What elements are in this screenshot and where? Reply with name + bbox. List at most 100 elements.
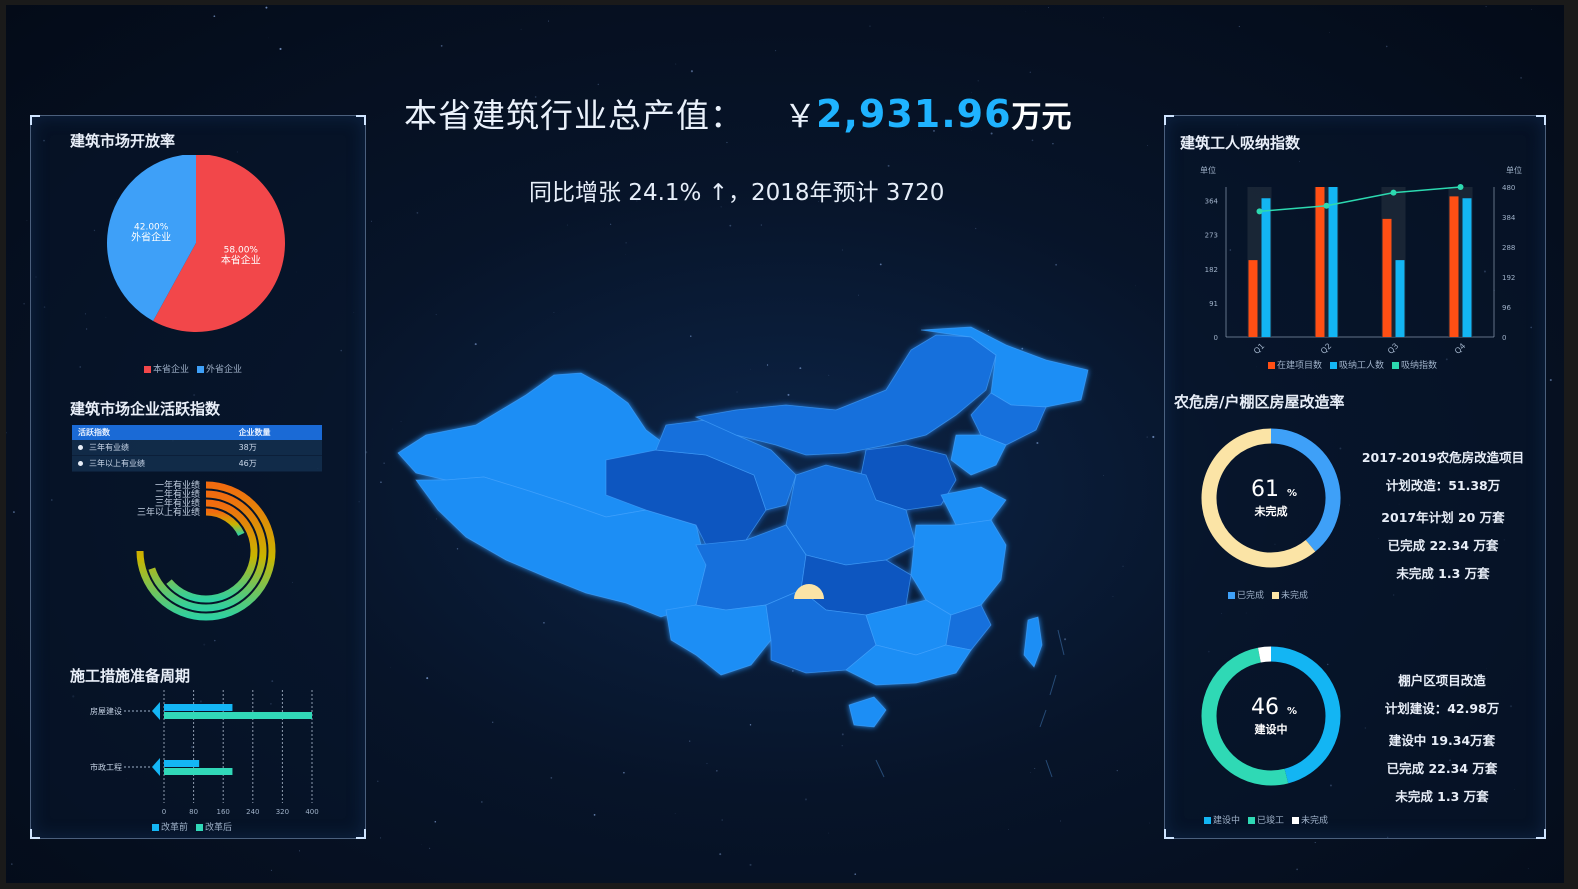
donut-percent: 46 [1251,695,1279,720]
rural-renovation-donut-chart: 61 % 未完成 [1201,428,1341,568]
shanty-project-title: 棚户区项目改造 [1398,673,1486,688]
y-tick-left-3: 273 [1205,232,1218,240]
legend-item-undone[interactable]: 未完成 [1272,588,1308,601]
bar-workers-1 [1328,187,1338,337]
donut-percent: 61 [1251,477,1279,502]
bar-category-1: 市政工程 [90,762,122,772]
legend-item-before[interactable]: 改革前 [152,820,188,833]
index-line [1259,186,1461,213]
legend-item-after[interactable]: 改革后 [196,820,232,833]
currency-symbol: ￥ [784,97,817,135]
y-tick-right-0: 0 [1502,334,1506,342]
arrow-marker-1 [152,758,160,776]
pie-name-0: 本省企业 [221,254,261,267]
y-axis-label-right: 单位 [1506,165,1522,175]
x-tick-1: Q2 [1319,341,1333,355]
region-shandong[interactable] [940,486,1007,526]
workers-bar-chart: 单位 单位 0 91 182 273 364 0 96 192 288 384 480 Q1 Q2 Q3 Q4 [1200,165,1522,355]
x-tick-0: 0 [162,808,166,816]
bar-after-1 [164,768,233,775]
growth-subtitle: 同比增张 24.1% ↑，2018年预计 3720 [529,180,945,206]
donut-slice-0 [1270,428,1341,552]
y-tick-left-2: 182 [1205,266,1218,274]
table-row: 三年有业绩 38万 [72,440,322,456]
total-output-unit: 万元 [1011,100,1072,135]
legend-item-projects[interactable]: 在建项目数 [1268,358,1322,371]
x-tick-5: 400 [305,808,318,816]
china-map[interactable] [386,305,1106,785]
donut-percent-sign: % [1287,488,1297,499]
legend-item-external[interactable]: 外省企业 [197,362,242,375]
y-tick-left-4: 364 [1205,198,1219,206]
donut-percent-sign: % [1287,706,1297,717]
rural-2017-plan: 2017年计划 20 万套 [1381,510,1505,525]
x-tick-3: 240 [246,808,259,816]
rural-uncompleted: 未完成 1.3 万套 [1396,566,1490,581]
rural-planned: 计划改造：51.38万 [1385,478,1501,493]
bar-projects-1 [1315,187,1325,337]
bar-after-0 [164,712,312,719]
donut-status: 未完成 [1254,504,1288,518]
region-yunnan[interactable] [665,604,772,676]
activity-col-index: 活跃指数 [72,425,233,440]
total-output-label: 本省建筑行业总产值： [404,96,744,135]
shanty-building: 建设中 19.34万套 [1388,733,1496,748]
bar-projects-2 [1382,218,1392,337]
bar-workers-0 [1261,198,1271,337]
donut-status: 建设中 [1255,722,1288,736]
index-point-3 [1457,184,1464,190]
bar-workers-3 [1462,198,1472,337]
index-point-2 [1390,189,1397,196]
legend-item-building[interactable]: 建设中 [1204,813,1240,826]
index-point-0 [1256,208,1263,215]
legend-item-pending[interactable]: 未完成 [1292,813,1328,826]
shanty-renovation-donut-chart: 46 % 建设中 [1201,646,1341,786]
total-output-value: 2,931.96 [816,92,1012,136]
donut-slice-2 [1257,646,1272,663]
shanty-completed: 已完成 22.34 万套 [1386,761,1498,776]
donut-slice-0 [1270,646,1341,784]
workers-legend: 在建项目数 吸纳工人数 吸纳指数 [1268,358,1437,371]
legend-item-index[interactable]: 吸纳指数 [1392,358,1437,371]
y-tick-right-4: 384 [1502,214,1516,222]
legend-item-done[interactable]: 已完成 [1228,588,1264,601]
shanty-planned: 计划建设：42.98万 [1384,701,1500,716]
bar-before-0 [164,704,233,711]
bar-before-1 [164,760,200,767]
donut2-legend: 建设中 已竣工 未完成 [1204,813,1328,826]
legend-item-workers[interactable]: 吸纳工人数 [1330,358,1384,371]
prep-cycle-legend: 改革前 改革后 [152,820,232,833]
y-tick-right-5: 480 [1502,184,1515,192]
activity-radial-bar-chart: 一年有业绩二年有业绩三年有业绩三年以上有业绩 [136,479,276,621]
activity-table: 活跃指数 企业数量 三年有业绩 38万 三年以上有业绩 46万 [72,425,322,472]
x-tick-4: 320 [276,808,289,816]
pie-label-1: 42.00% [134,222,169,232]
bar-projects-0 [1248,260,1258,337]
pie-name-1: 外省企业 [131,230,171,243]
region-taiwan[interactable] [1023,616,1043,668]
x-tick-0: Q1 [1252,341,1266,355]
open-rate-pie-chart: 58.00%本省企业 42.00%外省企业 [107,155,285,332]
donut1-legend: 已完成 未完成 [1228,588,1308,601]
bar-workers-2 [1395,260,1405,337]
prep-cycle-bar-chart: 0 80 160 240 320 400 房屋建设市政工程 [90,690,319,816]
y-tick-left-1: 91 [1209,300,1218,308]
y-tick-right-1: 96 [1502,304,1511,312]
renovation-title: 农危房/户棚区房屋改造率 [1174,393,1345,411]
x-tick-2: Q3 [1386,341,1400,355]
x-tick-1: 80 [189,808,198,816]
x-tick-3: Q4 [1453,341,1467,355]
legend-item-finished[interactable]: 已竣工 [1248,813,1284,826]
y-tick-left-0: 0 [1214,334,1218,342]
rural-completed: 已完成 22.34 万套 [1387,538,1499,553]
arrow-marker-0 [152,702,160,720]
region-hainan[interactable] [848,696,887,728]
activity-col-count: 企业数量 [232,425,322,440]
x-tick-2: 160 [217,808,230,816]
open-rate-title: 建筑市场开放率 [70,132,176,150]
shanty-uncompleted: 未完成 1.3 万套 [1395,789,1489,804]
legend-item-local[interactable]: 本省企业 [144,362,189,375]
bar-projects-3 [1449,196,1459,337]
headline: 本省建筑行业总产值： ￥2,931.96万元 [404,89,1104,139]
radial-label-3: 三年以上有业绩 [137,506,200,518]
